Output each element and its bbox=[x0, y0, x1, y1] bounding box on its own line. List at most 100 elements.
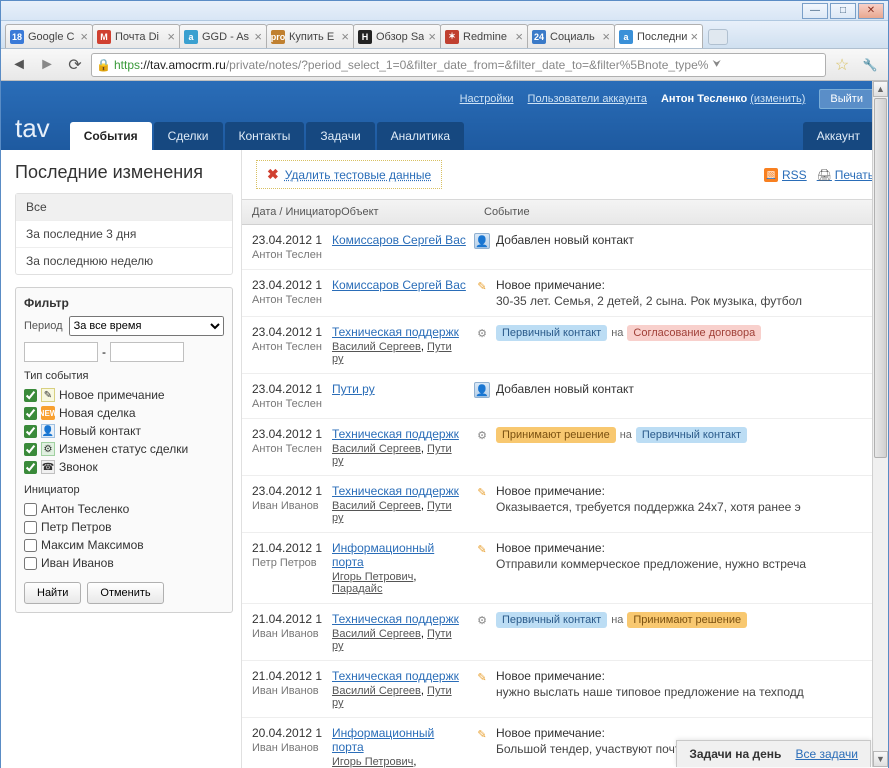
print-icon: 🖨 bbox=[817, 168, 831, 182]
tab-close-icon[interactable]: × bbox=[251, 29, 262, 44]
event-date: 23.04.2012 14:3 bbox=[252, 382, 322, 396]
wrench-icon[interactable]: 🔧 bbox=[858, 53, 882, 77]
browser-tab[interactable]: HОбзор Sa× bbox=[353, 24, 441, 48]
event-title: Новое примечание: bbox=[496, 726, 878, 740]
browser-tab[interactable]: proКупить E× bbox=[266, 24, 354, 48]
sub-link[interactable]: Парадайс bbox=[332, 583, 382, 595]
event-object-link[interactable]: Техническая поддержк bbox=[332, 612, 459, 626]
browser-tab[interactable]: ✶Redmine× bbox=[440, 24, 528, 48]
tab-close-icon[interactable]: × bbox=[164, 29, 175, 44]
address-bar[interactable]: 🔒 https ://tav.amocrm.ru /private/notes/… bbox=[91, 53, 826, 77]
delete-test-data[interactable]: ✖ Удалить тестовые данные bbox=[256, 160, 442, 189]
event-title: Новое примечание: bbox=[496, 669, 878, 683]
tab-tasks[interactable]: Задачи bbox=[306, 122, 374, 150]
event-object-link[interactable]: Техническая поддержк bbox=[332, 484, 459, 498]
close-window-button[interactable]: ✕ bbox=[858, 3, 884, 19]
browser-tab[interactable]: 24Социаль× bbox=[527, 24, 615, 48]
favicon-icon: a bbox=[184, 30, 198, 44]
minimize-button[interactable]: — bbox=[802, 3, 828, 19]
sub-link[interactable]: Игорь Петрович bbox=[332, 571, 413, 583]
event-object-link[interactable]: Информационный порта bbox=[332, 541, 434, 569]
chk-initiator[interactable]: Максим Максимов bbox=[24, 536, 224, 554]
event-sub: Василий Сергеев, Пути ру bbox=[332, 500, 466, 524]
event-row: 21.04.2012 15:5Иван ИвановТехническая по… bbox=[242, 604, 888, 661]
tab-analytics[interactable]: Аналитика bbox=[377, 122, 464, 150]
sub-link[interactable]: Василий Сергеев bbox=[332, 341, 421, 353]
sub-link[interactable]: Василий Сергеев bbox=[332, 443, 421, 455]
bookmark-star-icon[interactable]: ☆ bbox=[830, 53, 854, 77]
url-path: /private/notes/?period_select_1=0&filter… bbox=[226, 58, 709, 72]
event-date: 20.04.2012 12:4 bbox=[252, 726, 322, 740]
scroll-up-button[interactable]: ▲ bbox=[873, 81, 888, 97]
event-object-link[interactable]: Техническая поддержк bbox=[332, 325, 459, 339]
print-link[interactable]: 🖨Печать bbox=[817, 168, 874, 182]
chk-call[interactable]: ☎Звонок bbox=[24, 458, 224, 476]
chk-new-deal[interactable]: NEWНовая сделка bbox=[24, 404, 224, 422]
filter-panel: Фильтр Период За все время - Тип события… bbox=[15, 287, 233, 613]
tab-account[interactable]: Аккаунт bbox=[803, 122, 874, 150]
back-button[interactable]: ◄ bbox=[7, 53, 31, 77]
chk-initiator[interactable]: Антон Тесленко bbox=[24, 500, 224, 518]
sub-link[interactable]: Василий Сергеев bbox=[332, 500, 421, 512]
browser-tab[interactable]: aGGD - As× bbox=[179, 24, 267, 48]
scroll-thumb[interactable] bbox=[874, 98, 887, 458]
event-object-link[interactable]: Информационный порта bbox=[332, 726, 434, 754]
find-button[interactable]: Найти bbox=[24, 582, 81, 604]
change-user-link[interactable]: (изменить) bbox=[750, 93, 805, 105]
settings-link[interactable]: Настройки bbox=[460, 93, 514, 105]
tab-close-icon[interactable]: × bbox=[512, 29, 523, 44]
rss-link[interactable]: ▧RSS bbox=[764, 168, 807, 182]
scroll-down-button[interactable]: ▼ bbox=[873, 751, 888, 767]
event-sub: Василий Сергеев, Пути ру bbox=[332, 628, 466, 652]
logout-button[interactable]: Выйти bbox=[819, 89, 874, 109]
forward-button[interactable]: ► bbox=[35, 53, 59, 77]
period-select[interactable]: За все время bbox=[69, 316, 224, 336]
url-dropdown-icon[interactable]: ⮟ bbox=[708, 59, 725, 70]
date-from-input[interactable] bbox=[24, 342, 98, 362]
pencil-icon: ✎ bbox=[474, 541, 490, 557]
tab-close-icon[interactable]: × bbox=[425, 29, 436, 44]
browser-tab[interactable]: aПоследни× bbox=[614, 24, 703, 48]
browser-tab[interactable]: MПочта Di× bbox=[92, 24, 180, 48]
event-row: 23.04.2012 14:3Антон ТесленкоТехническая… bbox=[242, 317, 888, 374]
tab-label: Redmine bbox=[463, 31, 507, 43]
cancel-button[interactable]: Отменить bbox=[87, 582, 163, 604]
chk-new-contact[interactable]: 👤Новый контакт bbox=[24, 422, 224, 440]
sub-link[interactable]: Василий Сергеев bbox=[332, 685, 421, 697]
sub-link[interactable]: Василий Сергеев bbox=[332, 628, 421, 640]
tab-close-icon[interactable]: × bbox=[687, 29, 698, 44]
status-badge: Принимают решение bbox=[627, 612, 747, 628]
tab-deals[interactable]: Сделки bbox=[154, 122, 223, 150]
chk-initiator[interactable]: Иван Иванов bbox=[24, 554, 224, 572]
filter-all[interactable]: Все bbox=[16, 194, 232, 220]
vertical-scrollbar[interactable]: ▲ ▼ bbox=[872, 81, 888, 767]
new-tab-button[interactable] bbox=[708, 29, 728, 45]
tasks-bar[interactable]: Задачи на день Все задачи bbox=[676, 740, 871, 767]
tab-close-icon[interactable]: × bbox=[599, 29, 610, 44]
tab-events[interactable]: События bbox=[70, 122, 152, 150]
browser-tab[interactable]: 18Google C× bbox=[5, 24, 93, 48]
filter-last-week[interactable]: За последнюю неделю bbox=[16, 247, 232, 274]
tab-close-icon[interactable]: × bbox=[338, 29, 349, 44]
account-users-link[interactable]: Пользователи аккаунта bbox=[528, 93, 647, 105]
date-to-input[interactable] bbox=[110, 342, 184, 362]
sub-link[interactable]: Игорь Петрович bbox=[332, 756, 413, 768]
gear-icon: ⚙ bbox=[474, 325, 490, 341]
chk-new-note[interactable]: ✎Новое примечание bbox=[24, 386, 224, 404]
event-object-link[interactable]: Техническая поддержк bbox=[332, 669, 459, 683]
filter-last-3-days[interactable]: За последние 3 дня bbox=[16, 220, 232, 247]
tab-contacts[interactable]: Контакты bbox=[225, 122, 305, 150]
event-object-link[interactable]: Комиссаров Сергей Вас bbox=[332, 233, 466, 247]
browser-tabs: 18Google C×MПочта Di×aGGD - As×proКупить… bbox=[1, 21, 888, 49]
event-object-link[interactable]: Комиссаров Сергей Вас bbox=[332, 278, 466, 292]
chk-initiator[interactable]: Петр Петров bbox=[24, 518, 224, 536]
event-object-link[interactable]: Пути ру bbox=[332, 382, 375, 396]
maximize-button[interactable]: □ bbox=[830, 3, 856, 19]
all-tasks-link[interactable]: Все задачи bbox=[795, 747, 858, 761]
sidebar: Последние изменения Все За последние 3 д… bbox=[1, 150, 241, 768]
chk-status-change[interactable]: ⚙Изменен статус сделки bbox=[24, 440, 224, 458]
tab-close-icon[interactable]: × bbox=[77, 29, 88, 44]
reload-button[interactable]: ⟳ bbox=[63, 53, 87, 77]
event-object-link[interactable]: Техническая поддержк bbox=[332, 427, 459, 441]
event-initiator: Петр Петров bbox=[252, 557, 322, 569]
